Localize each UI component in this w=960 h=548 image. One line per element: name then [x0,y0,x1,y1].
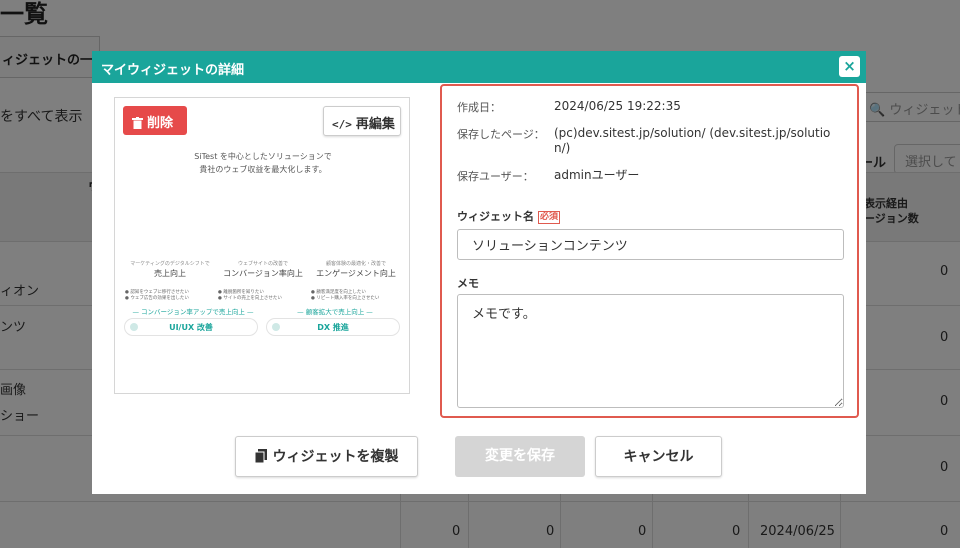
pill-label: DX 推進 [317,323,349,332]
preview-headline: SiTest を中心としたソリューションで 貴社のウェブ収益を最大化します。 [115,150,409,176]
close-icon: × [843,57,856,75]
saved-user-label: 保存ユーザー： [457,170,534,183]
preview-pill: DX 推進 [266,318,400,336]
preview-column: 顧客体験の最適化・改善で エンゲージメント向上 ● 顧客満足度を向上したい ● … [309,260,403,301]
preview-pill: UI/UX 改善 [124,318,258,336]
copy-icon [254,449,267,464]
duplicate-widget-button[interactable]: ウィジェットを複製 [235,436,418,477]
column-caption: 顧客体験の最適化・改善で [325,261,386,267]
duplicate-label: ウィジェットを複製 [272,449,399,465]
preview-separator: — 顧客拡大で売上向上 — [297,308,373,316]
save-changes-button[interactable]: 変更を保存 [455,436,585,477]
close-button[interactable]: × [839,56,860,77]
preview-columns: マーケティングのデジタルシフトで 売上向上 ● 認知をウェブに移行させたい ● … [123,260,403,301]
created-label: 作成日： [457,101,501,114]
reedit-label: 再編集 [355,117,395,132]
cancel-button[interactable]: キャンセル [595,436,722,477]
column-bullets: ● 顧客満足度を向上したい ● リピート購入率を向上させたい [311,290,403,302]
widget-detail-modal: マイウィジェットの詳細 × 削除 </> 再編集 SiTest を中心としたソリュ… [92,51,866,494]
saved-page-value: (pc)dev.sitest.jp/solution/ (dev.sitest.… [554,126,831,155]
modal-title: マイウィジェットの詳細 [101,63,245,78]
circle-icon [272,323,280,331]
column-bullets: ● 認知をウェブに移行させたい ● ウェブ広告の効果を出したい [125,290,217,302]
widget-info-panel: 作成日： 2024/06/25 19:22:35 保存したページ： (pc)de… [440,84,859,418]
memo-label: メモ [457,277,479,290]
column-caption: マーケティングのデジタルシフトで [130,261,210,267]
bullet: ● ウェブ広告の効果を出したい [125,296,189,301]
preview-column: マーケティングのデジタルシフトで 売上向上 ● 認知をウェブに移行させたい ● … [123,260,217,301]
preview-headline-line: SiTest を中心としたソリューションで [194,152,332,161]
column-bullets: ● 離脱箇所を知りたい ● サイトの売上を向上させたい [218,290,310,302]
column-title: エンゲージメント向上 [316,269,396,278]
modal-header: マイウィジェットの詳細 × [92,51,866,83]
widget-name-label: ウィジェット名 必須 [457,208,561,224]
widget-preview: 削除 </> 再編集 SiTest を中心としたソリューションで 貴社のウェブ収益… [114,97,410,394]
saved-user-value: adminユーザー [554,168,640,182]
widget-name-input[interactable] [457,229,844,260]
bullet: ● サイトの売上を向上させたい [218,296,282,301]
memo-textarea[interactable]: メモです。 [457,294,844,408]
widget-name-label-text: ウィジェット名 [457,210,534,223]
created-value: 2024/06/25 19:22:35 [554,99,681,113]
required-badge: 必須 [538,211,561,224]
column-title: コンバージョン率向上 [223,269,303,278]
delete-button[interactable]: 削除 [123,106,187,135]
column-caption: ウェブサイトの改善で [237,261,288,267]
pill-label: UI/UX 改善 [169,323,213,332]
bullet: ● リピート購入率を向上させたい [311,296,380,301]
saved-page-label: 保存したページ： [457,128,545,141]
code-icon: </> [332,118,352,131]
circle-icon [130,323,138,331]
preview-headline-line: 貴社のウェブ収益を最大化します。 [199,165,327,174]
preview-separator: — コンバージョン率アップで売上向上 — [132,308,254,316]
trash-icon [132,117,143,129]
preview-column: ウェブサイトの改善で コンバージョン率向上 ● 離脱箇所を知りたい ● サイトの… [216,260,310,301]
delete-label: 削除 [147,116,174,131]
reedit-button[interactable]: </> 再編集 [323,106,401,136]
column-title: 売上向上 [154,269,186,278]
